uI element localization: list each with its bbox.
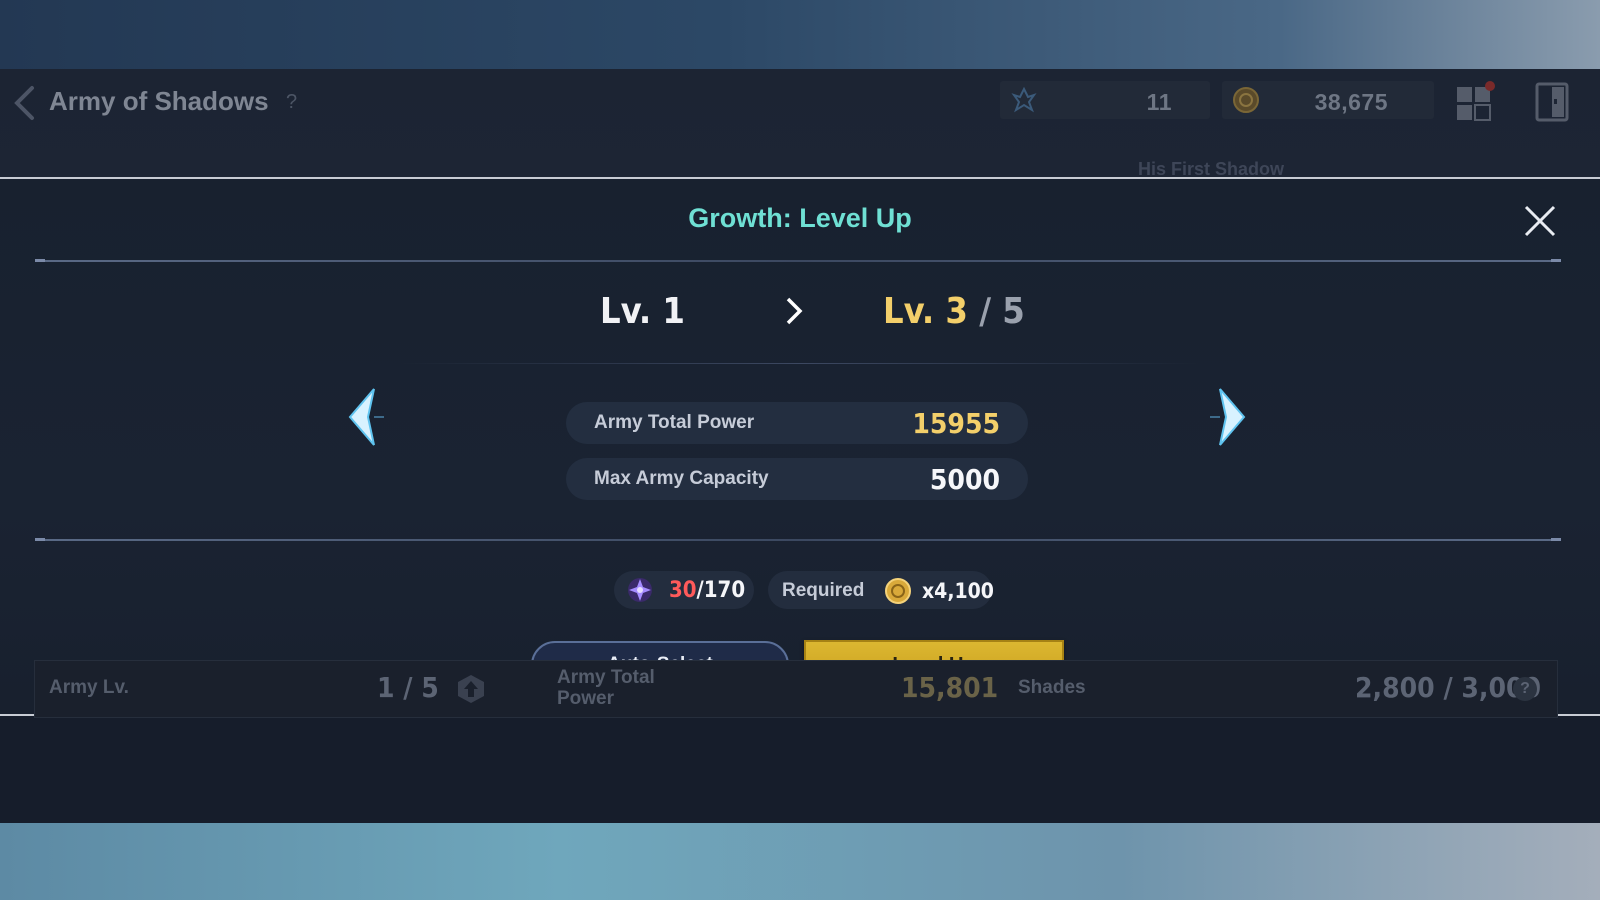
essence-icon bbox=[1011, 86, 1037, 113]
army-power-value: 15,801 bbox=[901, 671, 999, 704]
resource-essence-value: 11 bbox=[1146, 89, 1172, 115]
background-top bbox=[0, 0, 1600, 69]
divider-faint bbox=[400, 363, 1200, 364]
help-icon[interactable]: ? bbox=[286, 91, 297, 114]
background-bottom bbox=[0, 823, 1600, 900]
army-info-bar: Army Lv. 1 / 5 Army Total Power 15,801 S… bbox=[34, 660, 1558, 718]
coin-icon bbox=[1233, 87, 1259, 113]
shadow-essence-icon bbox=[628, 578, 652, 602]
stat-label: Max Army Capacity bbox=[594, 468, 769, 489]
previous-arrow-icon[interactable] bbox=[344, 385, 388, 449]
target-level: Lv. 3 / 5 bbox=[883, 291, 1025, 332]
modal-title: Growth: Level Up bbox=[688, 203, 912, 233]
stat-army-total-power: Army Total Power 15955 bbox=[566, 402, 1028, 444]
required-amount: x4,100 bbox=[922, 579, 994, 603]
max-level: / 5 bbox=[967, 291, 1025, 332]
army-level-value: 1 / 5 bbox=[377, 671, 439, 704]
top-bar: Army of Shadows ? 11 38,675 His First Sh… bbox=[0, 69, 1600, 179]
stat-max-army-capacity: Max Army Capacity 5000 bbox=[566, 458, 1028, 500]
required-label: Required bbox=[782, 580, 865, 601]
divider bbox=[35, 538, 1561, 541]
current-level: Lv. 1 bbox=[600, 291, 685, 332]
book-icon[interactable] bbox=[1534, 81, 1570, 123]
upgrade-arrow-icon[interactable] bbox=[455, 673, 487, 705]
stat-label: Army Total Power bbox=[594, 412, 755, 433]
resource-essence[interactable]: 11 bbox=[1000, 81, 1210, 119]
army-level-label: Army Lv. bbox=[49, 677, 129, 698]
grid-menu-icon[interactable] bbox=[1455, 81, 1495, 121]
help-icon[interactable]: ? bbox=[1513, 677, 1537, 701]
material-count: 30/170 bbox=[669, 578, 745, 603]
back-button[interactable] bbox=[10, 83, 40, 123]
material-have: 30 bbox=[669, 578, 697, 603]
arrow-right-icon bbox=[786, 297, 803, 325]
divider bbox=[35, 259, 1561, 262]
army-power-label: Army Total Power bbox=[557, 667, 655, 709]
chevron-left-icon bbox=[14, 86, 34, 120]
stat-value: 15955 bbox=[912, 407, 1000, 440]
material-need: /170 bbox=[696, 578, 746, 603]
shades-label: Shades bbox=[1018, 677, 1086, 698]
stat-value: 5000 bbox=[929, 463, 1000, 496]
target-level-value: Lv. 3 bbox=[883, 291, 968, 332]
resource-gold[interactable]: 38,675 bbox=[1222, 81, 1434, 119]
required-cost: Required x4,100 bbox=[768, 571, 994, 609]
close-icon[interactable] bbox=[1522, 203, 1558, 239]
page-title: Army of Shadows bbox=[49, 86, 269, 116]
material-counter[interactable]: 30/170 bbox=[614, 571, 754, 609]
next-arrow-icon[interactable] bbox=[1206, 385, 1250, 449]
coin-icon bbox=[885, 578, 911, 604]
resource-gold-value: 38,675 bbox=[1314, 89, 1388, 115]
level-up-modal: Growth: Level Up Lv. 1 Lv. 3 / 5 Army To… bbox=[0, 177, 1600, 716]
